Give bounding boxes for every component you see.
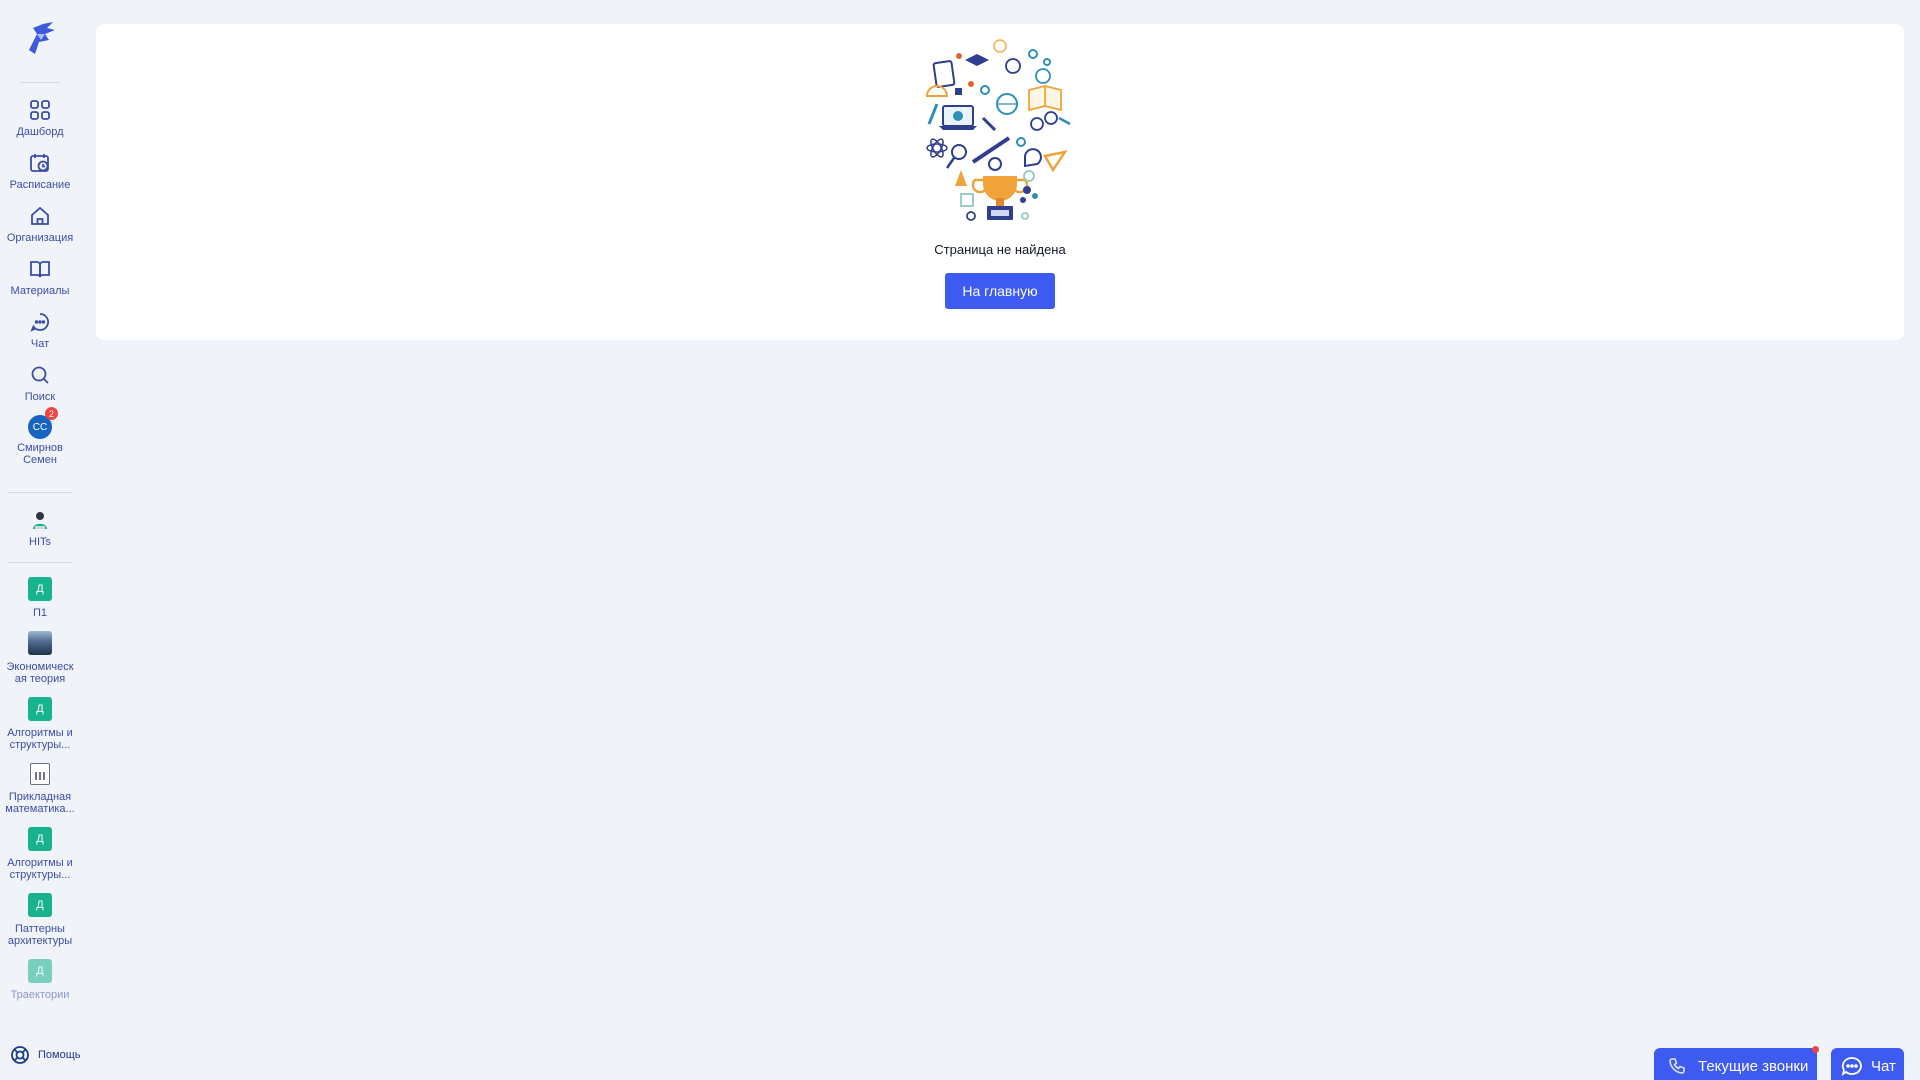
separator [8, 562, 72, 563]
nav-label: Расписание [9, 179, 71, 191]
nav-search[interactable]: Поиск [0, 362, 80, 403]
course-image [28, 631, 52, 655]
nav-schedule[interactable]: Расписание [0, 150, 80, 191]
phone-icon [1669, 1058, 1685, 1074]
grid-icon [27, 97, 53, 123]
nav-organization[interactable]: Организация [0, 203, 80, 244]
avatar-initials: СС [32, 421, 48, 433]
help-button[interactable]: Помощь [10, 1045, 81, 1065]
help-label: Помощь [38, 1049, 81, 1061]
course-label: Экономическая теория [6, 661, 74, 685]
nav-dashboard[interactable]: Дашборд [0, 97, 80, 138]
chat-widget-label: Чат [1871, 1057, 1896, 1075]
course-label: П1 [32, 607, 48, 619]
chat-bubble-icon [1841, 1057, 1862, 1076]
current-calls-button[interactable]: Текущие звонки [1654, 1046, 1819, 1080]
go-home-button[interactable]: На главную [945, 273, 1055, 309]
logo[interactable] [20, 18, 60, 58]
separator [8, 492, 72, 493]
course-tile: Д [28, 827, 52, 851]
course-tile: Д [28, 893, 52, 917]
chat-icon [27, 309, 53, 335]
not-found-card: Страница не найдена На главную [96, 24, 1904, 340]
nav-chat[interactable]: Чат [0, 309, 80, 350]
nav-materials[interactable]: Материалы [0, 256, 80, 297]
calendar-clock-icon [27, 150, 53, 176]
course-item[interactable]: Д Алгоритмы и структуры... [0, 697, 80, 751]
course-item[interactable]: Д Траектории [0, 959, 80, 1001]
lifebuoy-icon [11, 1046, 29, 1064]
current-calls-label: Текущие звонки [1698, 1057, 1809, 1075]
calls-notification-dot [1812, 1046, 1819, 1053]
course-item[interactable]: Д П1 [0, 577, 80, 619]
nav-label: Дашборд [16, 126, 64, 138]
course-label: Алгоритмы и структуры... [7, 727, 73, 751]
sidebar: Дашборд Расписание Организация Материалы… [0, 0, 80, 1080]
course-tile: Д [28, 697, 52, 721]
home-icon [27, 203, 53, 229]
nav-label: Поиск [24, 391, 56, 403]
avatar: СС 2 [28, 407, 58, 439]
search-icon [27, 362, 53, 388]
org-avatar-icon [27, 507, 53, 533]
course-tile: Д [28, 577, 52, 601]
nav-label: HITs [29, 536, 51, 548]
course-label: Прикладная математика... [5, 791, 75, 815]
course-item[interactable]: Д Алгоритмы и структуры... [0, 827, 80, 881]
course-label: Алгоритмы и структуры... [7, 857, 73, 881]
nav-label: Чат [30, 338, 50, 350]
not-found-message: Страница не найдена [934, 242, 1066, 257]
course-item[interactable]: Д Паттерны архитектуры [0, 893, 80, 947]
education-illustration [925, 39, 1071, 221]
spartan-logo-icon [29, 22, 55, 54]
nav-label: Организация [6, 232, 74, 244]
course-label: Паттерны архитектуры [7, 923, 73, 947]
notification-badge: 2 [45, 407, 58, 420]
course-item[interactable]: Экономическая теория [0, 631, 80, 685]
nav-org-hits[interactable]: HITs [0, 507, 80, 548]
separator [20, 82, 60, 83]
course-label: Траектории [10, 989, 70, 1001]
nav-label: Материалы [10, 285, 70, 297]
course-tile: Д [28, 959, 52, 983]
nav-user-profile[interactable]: СС 2 Смирнов Семен [0, 407, 80, 466]
chat-widget-button[interactable]: Чат [1831, 1048, 1904, 1080]
book-icon [27, 256, 53, 282]
course-item[interactable]: Прикладная математика... [0, 763, 80, 815]
user-name: Смирнов Семен [17, 442, 63, 466]
document-chart-icon [30, 763, 50, 785]
